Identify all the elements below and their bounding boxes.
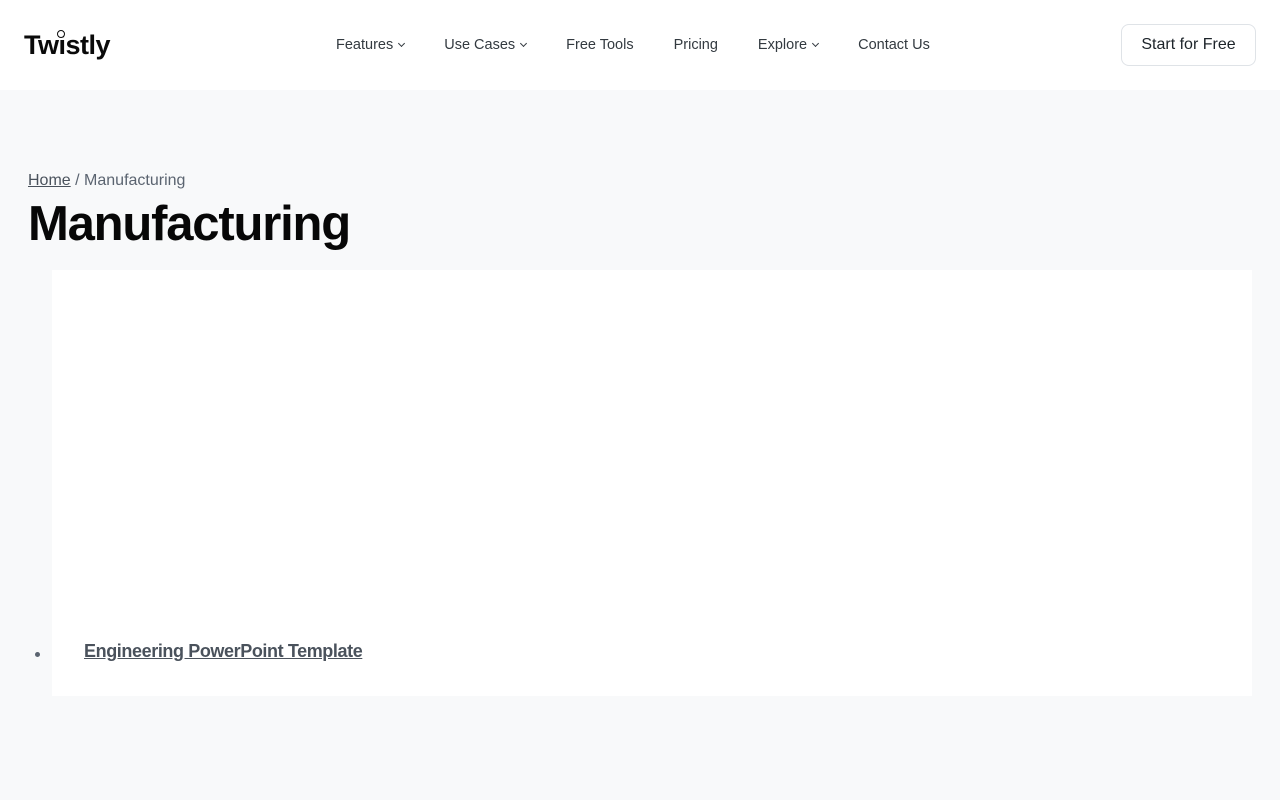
chevron-down-icon — [812, 39, 820, 48]
nav-contact-us[interactable]: Contact Us — [858, 37, 930, 53]
nav-free-tools-label: Free Tools — [566, 37, 634, 53]
logo-text: Twistly — [24, 30, 111, 60]
site-header: Twistly Features Use Cases Free Tools Pr… — [0, 0, 1280, 90]
breadcrumb-home-link[interactable]: Home — [28, 172, 71, 189]
post-card[interactable] — [52, 270, 1252, 696]
main-nav: Features Use Cases Free Tools Pricing Ex… — [336, 36, 930, 54]
nav-free-tools[interactable]: Free Tools — [566, 37, 633, 53]
nav-contact-us-label: Contact Us — [858, 37, 930, 53]
nav-use-cases-label: Use Cases — [444, 37, 516, 53]
nav-explore-label: Explore — [757, 37, 808, 53]
nav-features-label: Features — [336, 37, 394, 53]
nav-use-cases[interactable]: Use Cases — [444, 37, 528, 53]
breadcrumb-separator: / — [75, 172, 80, 189]
nav-pricing[interactable]: Pricing — [674, 37, 718, 53]
breadcrumb: Home / Manufacturing — [28, 172, 185, 190]
nav-features[interactable]: Features — [336, 37, 406, 53]
list-bullet — [35, 652, 40, 657]
nav-pricing-label: Pricing — [673, 37, 718, 53]
nav-explore[interactable]: Explore — [757, 37, 820, 53]
chevron-down-icon — [398, 39, 406, 48]
post-title-link[interactable]: Engineering PowerPoint Template — [84, 641, 363, 662]
logo-dot-icon — [57, 30, 65, 38]
logo[interactable]: Twistly — [24, 28, 111, 62]
page-title: Manufacturing — [28, 197, 351, 251]
breadcrumb-current: Manufacturing — [84, 172, 186, 189]
start-for-free-button[interactable]: Start for Free — [1121, 24, 1256, 66]
chevron-down-icon — [520, 39, 528, 48]
